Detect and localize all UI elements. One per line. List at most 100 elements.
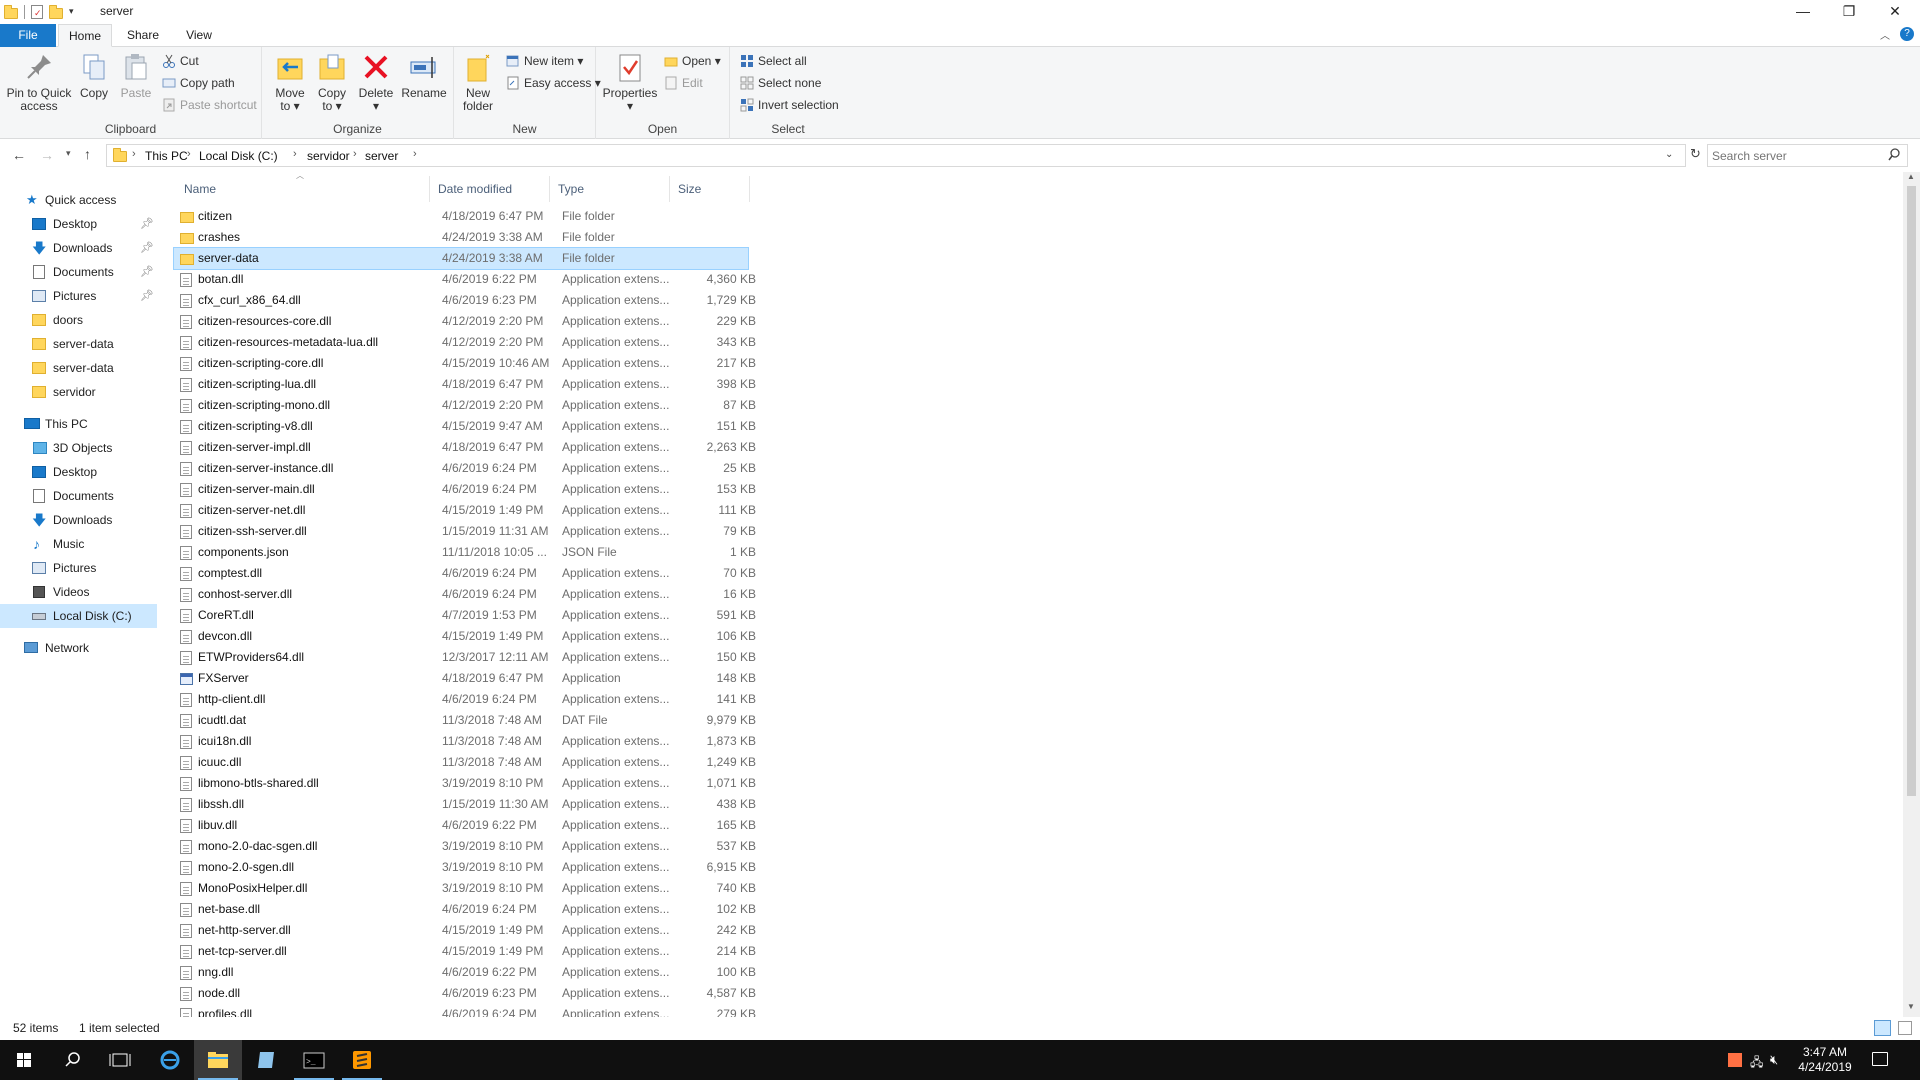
file-row[interactable]: profiles.dll 4/6/2019 6:24 PM Application … bbox=[174, 1004, 756, 1017]
copy-to-button[interactable]: Copy to ▾ bbox=[312, 51, 352, 113]
file-row[interactable]: citizen-server-impl.dll 4/18/2019 6:47 PM… bbox=[174, 437, 756, 458]
folder-row[interactable]: citizen 4/18/2019 6:47 PM File folder bbox=[174, 206, 748, 227]
file-row[interactable]: libssh.dll 1/15/2019 11:30 AM Application … bbox=[174, 794, 756, 815]
file-row[interactable]: icuuc.dll 11/3/2018 7:48 AM Application ex… bbox=[174, 752, 756, 773]
breadcrumb-separator[interactable]: › bbox=[293, 148, 297, 160]
notepad-button[interactable] bbox=[242, 1040, 290, 1080]
file-row[interactable]: net-http-server.dll 4/15/2019 1:49 PM Appl… bbox=[174, 920, 756, 941]
nav-pc-local-disk[interactable]: Local Disk (C:) bbox=[0, 604, 157, 628]
nav-pc-videos[interactable]: Videos bbox=[0, 580, 157, 604]
column-type[interactable]: Type bbox=[550, 176, 670, 202]
pinned-icon[interactable]: 📌︎ bbox=[140, 284, 154, 308]
file-row[interactable]: citizen-resources-metadata-lua.dll 4/12/2… bbox=[174, 332, 756, 353]
breadcrumb-separator[interactable]: › bbox=[413, 148, 417, 160]
tray-app-icon[interactable] bbox=[1728, 1053, 1742, 1067]
file-row[interactable]: ETWProviders64.dll 12/3/2017 12:11 AM Appl… bbox=[174, 647, 756, 668]
large-icons-view-icon[interactable] bbox=[1898, 1021, 1912, 1035]
file-row[interactable]: nng.dll 4/6/2019 6:22 PM Application exten… bbox=[174, 962, 756, 983]
clock[interactable]: 3:47 AM 4/24/2019 bbox=[1790, 1045, 1860, 1075]
minimize-button[interactable]: — bbox=[1780, 0, 1826, 24]
delete-button[interactable]: Delete ▾ bbox=[356, 51, 396, 113]
new-folder-button[interactable]: New folder bbox=[458, 51, 498, 113]
nav-network[interactable]: Network bbox=[0, 636, 157, 660]
column-size[interactable]: Size bbox=[670, 176, 750, 202]
file-row[interactable]: FXServer 4/18/2019 6:47 PM Application 148 … bbox=[174, 668, 756, 689]
nav-quick-desktop[interactable]: Desktop 📌︎ bbox=[0, 212, 157, 236]
file-row[interactable]: citizen-scripting-v8.dll 4/15/2019 9:47 A… bbox=[174, 416, 756, 437]
select-all-button[interactable]: Select all bbox=[738, 51, 807, 71]
nav-this-pc[interactable]: This PC bbox=[0, 412, 157, 436]
new-item-button[interactable]: New item ▾ bbox=[504, 51, 583, 71]
file-row[interactable]: libmono-btls-shared.dll 3/19/2019 8:10 PM… bbox=[174, 773, 756, 794]
scroll-up-icon[interactable]: ▲ bbox=[1907, 172, 1915, 181]
nav-quick-doors[interactable]: doors bbox=[0, 308, 157, 332]
up-arrow-icon[interactable]: ↑ bbox=[84, 146, 91, 162]
properties-button[interactable]: Properties ▾ bbox=[600, 51, 660, 113]
tab-share[interactable]: Share bbox=[116, 24, 170, 47]
folder-row[interactable]: server-data 4/24/2019 3:38 AM File folder bbox=[173, 247, 749, 270]
file-row[interactable]: MonoPosixHelper.dll 3/19/2019 8:10 PM Appl… bbox=[174, 878, 756, 899]
cut-button[interactable]: Cut bbox=[160, 51, 199, 71]
file-row[interactable]: icui18n.dll 11/3/2018 7:48 AM Application … bbox=[174, 731, 756, 752]
nav-quick-pictures[interactable]: Pictures 📌︎ bbox=[0, 284, 157, 308]
breadcrumb-separator[interactable]: › bbox=[187, 148, 191, 160]
rename-button[interactable]: Rename bbox=[400, 51, 448, 100]
tab-home[interactable]: Home bbox=[58, 24, 112, 47]
nav-pc-documents[interactable]: Documents bbox=[0, 484, 157, 508]
nav-quick-server-data[interactable]: server-data bbox=[0, 332, 157, 356]
file-row[interactable]: citizen-server-net.dll 4/15/2019 1:49 PM A… bbox=[174, 500, 756, 521]
file-row[interactable]: citizen-scripting-mono.dll 4/12/2019 2:20… bbox=[174, 395, 756, 416]
file-row[interactable]: conhost-server.dll 4/6/2019 6:24 PM Applic… bbox=[174, 584, 756, 605]
file-row[interactable]: botan.dll 4/6/2019 6:22 PM Application ext… bbox=[174, 269, 756, 290]
command-prompt-button[interactable]: >_ bbox=[290, 1040, 338, 1080]
new-folder-icon[interactable] bbox=[49, 5, 63, 19]
copy-button[interactable]: Copy bbox=[76, 51, 112, 100]
nav-quick-downloads[interactable]: 🡇 Downloads 📌︎ bbox=[0, 236, 157, 260]
column-name[interactable]: Name bbox=[176, 176, 430, 202]
pinned-icon[interactable]: 📌︎ bbox=[140, 236, 154, 260]
nav-pc-downloads[interactable]: 🡇 Downloads bbox=[0, 508, 157, 532]
file-row[interactable]: devcon.dll 4/15/2019 1:49 PM Application e… bbox=[174, 626, 756, 647]
pinned-icon[interactable]: 📌︎ bbox=[140, 212, 154, 236]
file-row[interactable]: net-tcp-server.dll 4/15/2019 1:49 PM Appli… bbox=[174, 941, 756, 962]
collapse-ribbon-icon[interactable]: ︿ bbox=[1880, 27, 1890, 42]
file-row[interactable]: http-client.dll 4/6/2019 6:24 PM Applicati… bbox=[174, 689, 756, 710]
file-row[interactable]: citizen-ssh-server.dll 1/15/2019 11:31 AM… bbox=[174, 521, 756, 542]
folder-row[interactable]: crashes 4/24/2019 3:38 AM File folder bbox=[174, 227, 748, 248]
vertical-scrollbar[interactable]: ▲ ▼ bbox=[1903, 172, 1920, 1017]
close-button[interactable]: ✕ bbox=[1872, 0, 1918, 24]
back-arrow-icon[interactable]: ← bbox=[12, 147, 26, 163]
breadcrumb-servidor[interactable]: servidor bbox=[307, 149, 350, 163]
customize-qat-icon[interactable]: ▾ bbox=[69, 6, 74, 17]
file-row[interactable]: citizen-scripting-core.dll 4/15/2019 10:4… bbox=[174, 353, 756, 374]
help-icon[interactable]: ? bbox=[1900, 27, 1914, 41]
easy-access-button[interactable]: Easy access ▾ bbox=[504, 73, 601, 93]
column-date-modified[interactable]: Date modified bbox=[430, 176, 550, 202]
network-tray-icon[interactable]: 🖧︎ bbox=[1750, 1053, 1763, 1074]
sublime-text-button[interactable] bbox=[338, 1040, 386, 1080]
tab-file[interactable]: File bbox=[0, 24, 56, 47]
address-dropdown-icon[interactable]: ⌄ bbox=[1665, 149, 1673, 160]
file-row[interactable]: citizen-server-instance.dll 4/6/2019 6:24… bbox=[174, 458, 756, 479]
search-taskbar-button[interactable] bbox=[48, 1040, 96, 1080]
address-bar[interactable]: › This PC › Local Disk (C:) › servidor ›… bbox=[106, 144, 1686, 167]
refresh-icon[interactable]: ↻ bbox=[1690, 146, 1701, 162]
file-row[interactable]: comptest.dll 4/6/2019 6:24 PM Application … bbox=[174, 563, 756, 584]
breadcrumb-separator[interactable]: › bbox=[132, 148, 136, 160]
file-row[interactable]: citizen-server-main.dll 4/6/2019 6:24 PM A… bbox=[174, 479, 756, 500]
action-center-icon[interactable] bbox=[1872, 1052, 1888, 1066]
select-none-button[interactable]: Select none bbox=[738, 73, 821, 93]
breadcrumb-local-disk[interactable]: Local Disk (C:) bbox=[199, 149, 278, 163]
tab-view[interactable]: View bbox=[172, 24, 226, 47]
paste-shortcut-button[interactable]: Paste shortcut bbox=[160, 95, 257, 115]
file-row[interactable]: mono-2.0-dac-sgen.dll 3/19/2019 8:10 PM Ap… bbox=[174, 836, 756, 857]
pinned-icon[interactable]: 📌︎ bbox=[140, 260, 154, 284]
nav-quick-server-data-2[interactable]: server-data bbox=[0, 356, 157, 380]
nav-pc-pictures[interactable]: Pictures bbox=[0, 556, 157, 580]
search-box[interactable] bbox=[1707, 144, 1908, 167]
forward-arrow-icon[interactable]: → bbox=[40, 147, 54, 163]
recent-locations-icon[interactable]: ▾ bbox=[66, 148, 71, 159]
breadcrumb-server[interactable]: server bbox=[365, 149, 398, 163]
search-input[interactable] bbox=[1712, 148, 1882, 164]
internet-explorer-button[interactable] bbox=[146, 1040, 194, 1080]
